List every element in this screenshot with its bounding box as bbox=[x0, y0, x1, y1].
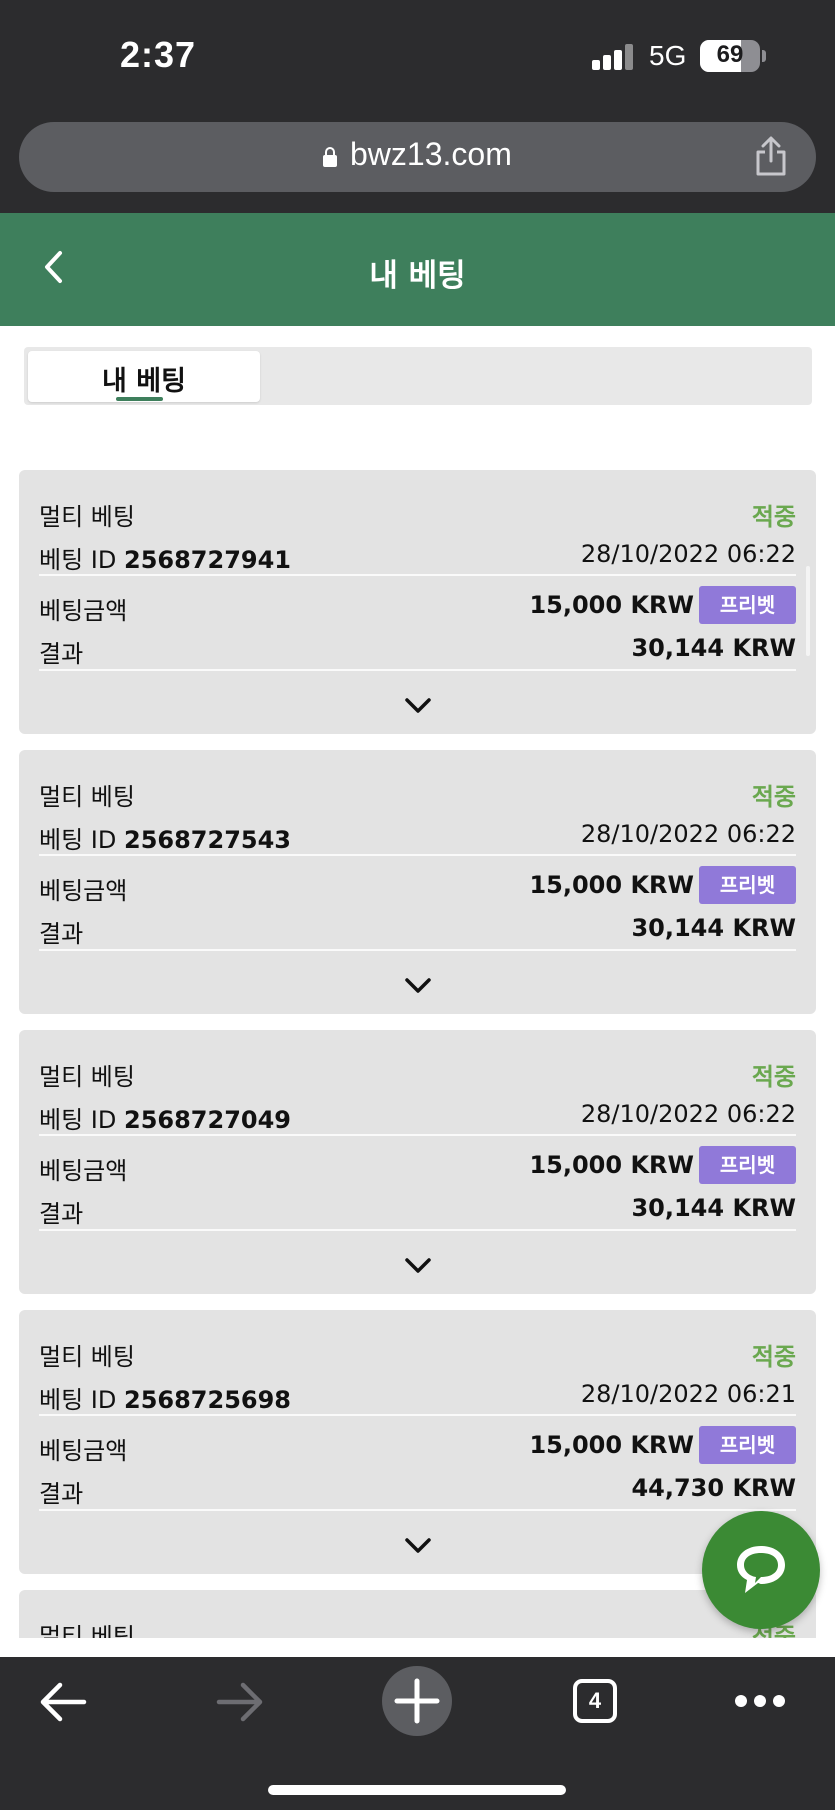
status-time: 2:37 bbox=[120, 34, 197, 75]
chevron-down-icon[interactable] bbox=[404, 1257, 432, 1275]
bet-id-value: 2568727049 bbox=[124, 1106, 291, 1134]
bet-status: 적중 bbox=[751, 783, 796, 811]
battery-cap bbox=[762, 50, 766, 62]
freebet-badge: 프리벳 bbox=[699, 586, 796, 624]
battery-icon: 69 bbox=[700, 40, 760, 72]
network-label: 5G bbox=[649, 40, 687, 71]
bet-date: 28/10/2022 06:22 bbox=[580, 1100, 796, 1128]
bet-date: 28/10/2022 06:22 bbox=[580, 820, 796, 848]
bet-id-label: 베팅 ID bbox=[39, 1106, 117, 1134]
home-indicator[interactable] bbox=[268, 1785, 566, 1795]
bet-date: 28/10/2022 06:22 bbox=[580, 540, 796, 568]
bet-type: 멀티 베팅 bbox=[39, 783, 135, 811]
divider bbox=[39, 574, 796, 576]
share-icon[interactable] bbox=[754, 136, 788, 176]
divider bbox=[39, 1509, 796, 1511]
divider bbox=[39, 854, 796, 856]
bet-id-value: 2568725698 bbox=[124, 1386, 291, 1414]
battery-level: 69 bbox=[716, 41, 744, 68]
chat-button[interactable] bbox=[702, 1511, 820, 1629]
bet-result: 44,730 KRW bbox=[631, 1474, 796, 1502]
new-tab-button[interactable] bbox=[382, 1666, 452, 1740]
bet-status: 적중 bbox=[751, 1063, 796, 1091]
bet-card[interactable]: 멀티 베팅 적중베팅 ID 2568727941 28/10/2022 06:22 베… bbox=[19, 470, 816, 734]
divider bbox=[39, 1229, 796, 1231]
freebet-badge: 프리벳 bbox=[699, 866, 796, 904]
tab-active-indicator bbox=[116, 397, 163, 401]
bet-amount: 15,000 KRW bbox=[529, 1151, 694, 1179]
bet-result: 30,144 KRW bbox=[631, 634, 796, 662]
bet-id-label: 베팅 ID bbox=[39, 546, 117, 574]
bet-result-label: 결과 bbox=[39, 920, 84, 948]
bet-amount-label: 베팅금액 bbox=[39, 597, 128, 625]
more-icon[interactable] bbox=[734, 1693, 786, 1713]
bet-id-label: 베팅 ID bbox=[39, 1386, 117, 1414]
bet-id: 베팅 ID 2568727941 bbox=[39, 540, 291, 575]
divider bbox=[39, 669, 796, 671]
bet-list[interactable]: 멀티 베팅 적중 베팅 ID 2568727941 28/10/2022 06:22 베… bbox=[19, 470, 816, 1638]
signal-icon bbox=[592, 44, 634, 70]
bet-amount: 15,000 KRW bbox=[529, 591, 694, 619]
back-arrow-icon[interactable] bbox=[38, 1680, 88, 1728]
bet-type: 멀티 베팅 bbox=[39, 1343, 135, 1371]
tab-count: 4 bbox=[588, 1688, 602, 1713]
bet-id-value: 2568727543 bbox=[124, 826, 291, 854]
bet-result: 30,144 KRW bbox=[631, 1194, 796, 1222]
freebet-badge: 프리벳 bbox=[699, 1146, 796, 1184]
bet-id-label: 베팅 ID bbox=[39, 826, 117, 854]
bet-type: 멀티 베팅 bbox=[39, 503, 135, 531]
tab-my-bets-label[interactable]: 내 베팅 bbox=[28, 359, 260, 398]
freebet-badge: 프리벳 bbox=[699, 1426, 796, 1464]
bet-card[interactable]: 멀티 베팅 적중 bbox=[19, 1590, 816, 1638]
bet-id-value: 2568727941 bbox=[124, 546, 291, 574]
bet-id: 베팅 ID 2568727543 bbox=[39, 820, 291, 855]
bet-card[interactable]: 멀티 베팅 적중베팅 ID 2568725698 28/10/2022 06:21 베… bbox=[19, 1310, 816, 1574]
divider bbox=[39, 949, 796, 951]
tabs-button[interactable]: 4 bbox=[572, 1678, 618, 1728]
bet-amount-label: 베팅금액 bbox=[39, 1437, 128, 1465]
bet-amount-label: 베팅금액 bbox=[39, 877, 128, 905]
chevron-down-icon[interactable] bbox=[404, 697, 432, 715]
bet-id: 베팅 ID 2568727049 bbox=[39, 1100, 291, 1135]
url-text[interactable]: bwz13.com bbox=[350, 136, 512, 173]
scrollbar[interactable] bbox=[806, 566, 810, 656]
bet-amount-label: 베팅금액 bbox=[39, 1157, 128, 1185]
bet-result-label: 결과 bbox=[39, 1480, 84, 1508]
bet-date: 28/10/2022 06:21 bbox=[580, 1380, 796, 1408]
bet-card[interactable]: 멀티 베팅 적중베팅 ID 2568727543 28/10/2022 06:22 베… bbox=[19, 750, 816, 1014]
chevron-down-icon[interactable] bbox=[404, 1537, 432, 1555]
divider bbox=[39, 1134, 796, 1136]
chevron-down-icon[interactable] bbox=[404, 977, 432, 995]
bet-type: 멀티 베팅 bbox=[39, 1063, 135, 1091]
bet-result: 30,144 KRW bbox=[631, 914, 796, 942]
bet-amount: 15,000 KRW bbox=[529, 871, 694, 899]
lock-icon bbox=[323, 147, 337, 167]
bet-status: 적중 bbox=[751, 503, 796, 531]
forward-arrow-icon[interactable] bbox=[215, 1680, 265, 1728]
bet-id: 베팅 ID 2568725698 bbox=[39, 1380, 291, 1415]
divider bbox=[39, 1414, 796, 1416]
bet-card[interactable]: 멀티 베팅 적중베팅 ID 2568727049 28/10/2022 06:22 베… bbox=[19, 1030, 816, 1294]
bet-result-label: 결과 bbox=[39, 640, 84, 668]
bet-status: 적중 bbox=[751, 1343, 796, 1371]
bet-result-label: 결과 bbox=[39, 1200, 84, 1228]
chat-bubble-icon bbox=[737, 1546, 785, 1593]
bet-amount: 15,000 KRW bbox=[529, 1431, 694, 1459]
page-title: 내 베팅 bbox=[369, 258, 466, 294]
bet-type: 멀티 베팅 bbox=[39, 1623, 135, 1638]
